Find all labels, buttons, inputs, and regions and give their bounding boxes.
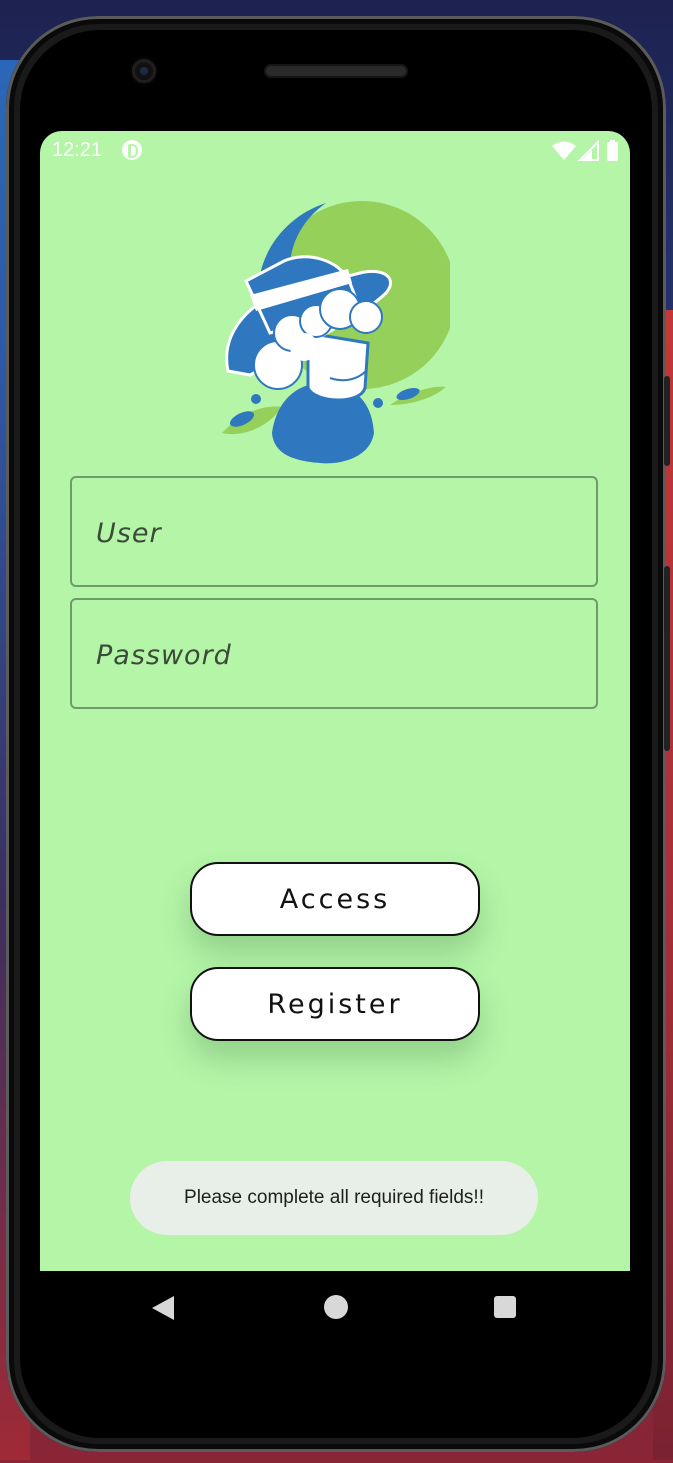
volume-button bbox=[664, 376, 670, 466]
status-time: 12:21 bbox=[52, 139, 103, 161]
power-button bbox=[664, 566, 670, 751]
user-placeholder: User bbox=[96, 518, 162, 549]
access-button[interactable]: Access bbox=[190, 862, 480, 936]
app-screen: 12:21 User Password Access Register Plea… bbox=[40, 131, 630, 1271]
register-button[interactable]: Register bbox=[190, 967, 480, 1041]
toast-message: Please complete all required fields!! bbox=[130, 1161, 538, 1235]
front-camera bbox=[132, 59, 156, 83]
battery-icon bbox=[607, 142, 618, 161]
app-logo bbox=[222, 201, 450, 464]
status-bar: 12:21 bbox=[40, 131, 630, 169]
recents-icon[interactable] bbox=[494, 1296, 516, 1318]
earpiece-speaker bbox=[264, 64, 408, 78]
user-input[interactable]: User bbox=[70, 476, 598, 587]
home-icon[interactable] bbox=[324, 1295, 348, 1319]
status-icons bbox=[552, 140, 618, 161]
password-input[interactable]: Password bbox=[70, 598, 598, 709]
wifi-icon bbox=[552, 141, 576, 160]
signal-icon-fill bbox=[582, 150, 592, 160]
back-icon[interactable] bbox=[152, 1296, 174, 1320]
navigation-bar bbox=[40, 1271, 630, 1351]
password-placeholder: Password bbox=[96, 640, 232, 671]
app-notification-icon bbox=[122, 140, 142, 160]
